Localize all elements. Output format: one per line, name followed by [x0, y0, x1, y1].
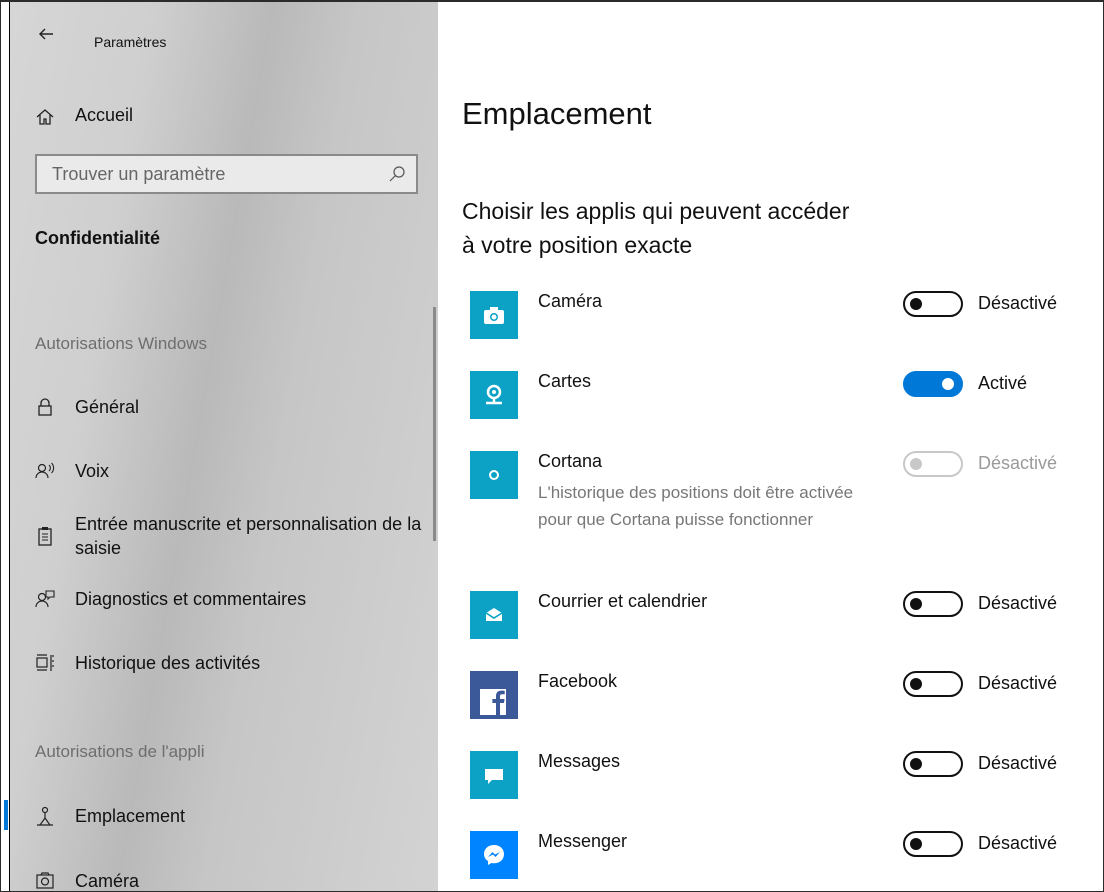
toggle-knob [910, 458, 922, 470]
toggle-facebook[interactable] [903, 671, 963, 697]
speech-icon [35, 462, 55, 479]
toggle-state: Désactivé [978, 593, 1058, 613]
toggle-camera[interactable] [903, 291, 963, 317]
camera-icon [36, 872, 54, 889]
toggle-knob [910, 678, 922, 690]
feedback-icon [35, 590, 55, 608]
toggle-state: Désactivé [978, 753, 1058, 773]
toggle-knob [910, 758, 922, 770]
sidebar-item-camera[interactable]: Caméra [10, 864, 438, 891]
sidebar-item-diagnostics[interactable]: Diagnostics et commentaires [10, 582, 438, 616]
toggle-knob [910, 838, 922, 850]
section-windows-permissions: Autorisations Windows [35, 334, 207, 353]
app-name: Messages [538, 751, 621, 771]
maps-app-icon [470, 371, 518, 419]
location-person-icon [37, 806, 53, 826]
app-name: Courrier et calendrier [538, 591, 708, 611]
toggle-state: Désactivé [978, 293, 1058, 313]
home-icon [36, 109, 54, 125]
sidebar-item-label: Diagnostics et commentaires [75, 588, 307, 609]
app-name: Messenger [538, 831, 628, 851]
scrollbar-thumb[interactable] [433, 307, 436, 541]
sidebar-item-location[interactable]: Emplacement [10, 799, 438, 833]
mail-app-icon [470, 591, 518, 639]
sidebar: Paramètres Accueil Confidentialité Autor… [10, 2, 438, 891]
sidebar-item-label: Général [75, 396, 140, 417]
search-icon[interactable] [388, 165, 406, 183]
cortana-app-icon [470, 451, 518, 499]
app-name: Cortana [538, 451, 603, 471]
toggle-state: Désactivé [978, 833, 1058, 853]
sidebar-item-voice[interactable]: Voix [10, 454, 438, 488]
toggle-state: Désactivé [978, 453, 1058, 473]
sidebar-item-activity-history[interactable]: Historique des activités [10, 646, 438, 680]
category-heading: Confidentialité [35, 228, 160, 248]
messenger-app-icon [470, 831, 518, 879]
toggle-knob [910, 598, 922, 610]
sidebar-item-label: Caméra [75, 870, 140, 891]
selected-indicator [4, 800, 8, 830]
toggle-knob [942, 378, 954, 390]
sidebar-item-inking[interactable]: Entrée manuscrite et personnalisation de… [10, 508, 438, 564]
sidebar-item-general[interactable]: Général [10, 390, 438, 424]
nav-home[interactable]: Accueil [10, 98, 438, 132]
app-name: Caméra [538, 291, 603, 311]
toggle-mail-calendar[interactable] [903, 591, 963, 617]
section-subtitle: Choisir les applis qui peuvent accéder à… [462, 198, 850, 258]
timeline-icon [36, 654, 54, 671]
toggle-maps[interactable] [903, 371, 963, 397]
search-input[interactable] [50, 156, 370, 192]
settings-window: Paramètres Accueil Confidentialité Autor… [0, 0, 1104, 892]
messages-app-icon [470, 751, 518, 799]
search-box[interactable] [35, 154, 418, 194]
camera-app-icon [470, 291, 518, 339]
toggle-messages[interactable] [903, 751, 963, 777]
sidebar-item-label: Emplacement [75, 805, 186, 826]
sidebar-item-label: Historique des activités [75, 652, 261, 673]
main-content: Emplacement Choisir les applis qui peuve… [438, 2, 1103, 891]
app-description: L'historique des positions doit être act… [538, 483, 854, 529]
clipboard-icon [38, 527, 52, 546]
toggle-knob [910, 298, 922, 310]
title-bar: Paramètres [10, 24, 438, 54]
sidebar-item-label: Voix [75, 460, 110, 481]
toggle-cortana[interactable] [903, 451, 963, 477]
section-app-permissions: Autorisations de l'appli [35, 742, 205, 761]
toggle-state: Désactivé [978, 673, 1058, 693]
lock-icon [38, 398, 52, 416]
page-title: Emplacement [462, 96, 652, 131]
app-title: Paramètres [94, 34, 167, 50]
facebook-app-icon [470, 671, 518, 719]
toggle-messenger[interactable] [903, 831, 963, 857]
sidebar-item-label: Entrée manuscrite et personnalisation de… [75, 514, 422, 558]
app-name: Facebook [538, 671, 618, 691]
window-edge [1, 2, 10, 891]
toggle-state: Activé [978, 373, 1028, 393]
back-arrow-icon[interactable] [36, 24, 56, 44]
nav-home-label: Accueil [75, 104, 134, 125]
app-name: Cartes [538, 371, 592, 391]
